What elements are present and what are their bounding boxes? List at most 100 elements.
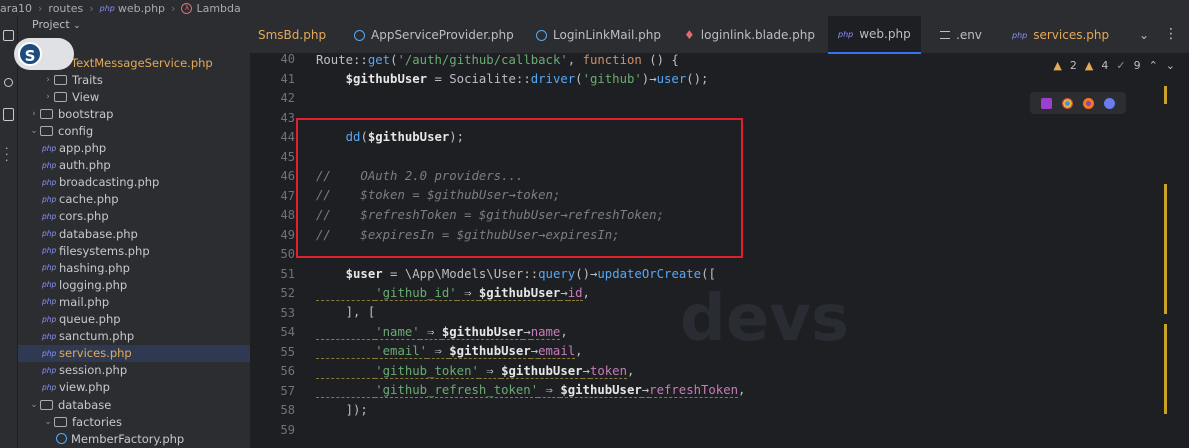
project-tool-icon[interactable] (3, 30, 14, 41)
breadcrumb-folder[interactable]: routes (48, 2, 83, 15)
breadcrumb-separator: › (171, 1, 176, 15)
scroll-marker (1164, 324, 1167, 414)
tree-item[interactable]: ⌄ config (18, 122, 250, 139)
breadcrumb-symbol[interactable]: Lambda (196, 2, 240, 15)
breadcrumb-project[interactable]: ara10 (0, 2, 32, 15)
tree-item-label: config (58, 123, 94, 138)
php-file-icon: php (42, 263, 57, 273)
line-number: 59 (280, 422, 295, 437)
tree-item[interactable]: php session.php (18, 362, 250, 379)
tree-item-label: MemberFactory.php (71, 431, 185, 446)
class-icon (354, 29, 365, 41)
editor-tabs: SmsBd.php AppServiceProvider.php LoginLi… (250, 16, 1189, 54)
php-file-icon: php (42, 348, 57, 358)
tree-item[interactable]: php broadcasting.php (18, 174, 250, 191)
tree-item-label: bootstrap (58, 106, 114, 121)
php-file-icon: php (42, 314, 57, 324)
structure-tool-icon[interactable] (3, 108, 14, 121)
tree-item[interactable]: php hashing.php (18, 259, 250, 276)
tree-item[interactable]: php cors.php (18, 208, 250, 225)
tree-item[interactable]: ⌄ database (18, 396, 250, 413)
chevron-right-icon[interactable]: › (42, 75, 54, 85)
tree-item[interactable]: php view.php (18, 379, 250, 396)
code-line-58: ]); (345, 403, 368, 417)
line-number: 40 (280, 54, 295, 66)
chevron-down-icon[interactable]: ⌄ (42, 417, 54, 427)
more-tools-icon[interactable]: · · · (5, 143, 9, 166)
tab-appserviceprovider[interactable]: AppServiceProvider.php (354, 16, 514, 54)
tree-item[interactable]: php app.php (18, 140, 250, 157)
code-line-57: 'github_refresh_token' ⇒ $githubUser→ref… (316, 381, 745, 400)
line-number: 53 (280, 305, 295, 320)
tab-loginlinkmail[interactable]: LoginLinkMail.php (536, 16, 661, 54)
folder-icon (54, 74, 67, 85)
tab-web[interactable]: php web.php (828, 16, 921, 54)
tab-env[interactable]: .env (940, 16, 982, 54)
tab-label: services.php (1033, 28, 1110, 42)
line-number: 56 (280, 364, 295, 378)
tab-label: loginlink.blade.php (700, 28, 815, 42)
line-number: 54 (280, 325, 295, 339)
tree-item[interactable]: php database.php (18, 225, 250, 242)
code-line-47: // $token = $githubUser→token; (316, 188, 561, 202)
chevron-down-icon[interactable]: ⌄ (28, 400, 40, 410)
tree-item[interactable]: › bootstrap (18, 105, 250, 122)
tab-loginlink-blade[interactable]: ♦ loginlink.blade.php (684, 16, 815, 54)
tree-item-label: View (72, 89, 100, 104)
code-line-46: // OAuth 2.0 providers... (316, 169, 524, 183)
code-line-53: ], [ (345, 305, 376, 319)
line-number: 41 (280, 71, 295, 86)
tree-item[interactable]: php filesystems.php (18, 242, 250, 259)
tab-smsbd[interactable]: SmsBd.php (258, 16, 326, 54)
code-line-48: // $refreshToken = $githubUser→refreshTo… (316, 208, 664, 222)
chevron-right-icon[interactable]: › (42, 92, 54, 102)
breadcrumb-separator: › (38, 1, 43, 15)
project-tree: Project ⌄ TextMessageService.php › Traits ›… (18, 16, 250, 448)
breadcrumb-file[interactable]: web.php (118, 2, 165, 15)
php-file-icon: php (42, 160, 57, 170)
line-number: 43 (280, 110, 295, 125)
tree-item[interactable]: php queue.php (18, 311, 250, 328)
breadcrumb: ara10 › routes › php web.php › λ Lambda (0, 0, 1189, 16)
line-gutter: 40 41 42 43 44 45 46 47 48 49 50 51 52 53 54 55 56 57 58 59 (250, 54, 310, 448)
commit-tool-icon[interactable] (4, 78, 13, 87)
tree-item[interactable]: MemberFactory.php (18, 430, 250, 447)
line-number: 46 (280, 169, 295, 183)
tree-item[interactable]: › Traits (18, 71, 250, 88)
chevron-down-icon[interactable]: ⌄ (28, 126, 40, 136)
tab-services[interactable]: php services.php (1012, 16, 1109, 54)
tree-item[interactable]: ⌄ factories (18, 413, 250, 430)
code-line-41: $githubUser = Socialite::driver('github'… (345, 72, 709, 86)
folder-icon (40, 125, 53, 136)
tree-item[interactable]: php cache.php (18, 191, 250, 208)
code-line-49: // $expiresIn = $githubUser→expiresIn; (316, 228, 620, 242)
more-options-icon[interactable]: ⋮ (1164, 26, 1179, 42)
code-editor[interactable]: ▲ 2 ▲ 4 ✓ 9 ⌃ ⌄ 40 41 42 43 44 45 46 47 48 49 50 51 52 5… (250, 54, 1189, 448)
line-number: 44 (280, 130, 295, 144)
folder-icon (54, 416, 67, 427)
tab-label: SmsBd.php (258, 28, 327, 42)
php-file-icon: php (42, 246, 57, 256)
code-line-44: dd($githubUser); (345, 130, 465, 144)
tree-item[interactable]: › View (18, 88, 250, 105)
line-number: 50 (280, 247, 295, 261)
folder-icon (40, 399, 53, 410)
tabs-dropdown-icon[interactable]: ⌄ (1139, 28, 1149, 42)
code-line-56: 'github_token' ⇒ $githubUser→token, (316, 362, 634, 381)
class-icon (56, 433, 67, 445)
tree-item[interactable]: php mail.php (18, 293, 250, 310)
tree-item[interactable]: php logging.php (18, 276, 250, 293)
code-line-54: 'name' ⇒ $githubUser→name, (316, 323, 568, 342)
tree-item[interactable]: php services.php (18, 344, 250, 362)
tree-item[interactable]: php sanctum.php (18, 328, 250, 345)
chevron-right-icon[interactable]: › (28, 109, 40, 119)
tree-item-label: app.php (59, 141, 107, 155)
code-area[interactable]: Route::get('/auth/github/callback', func… (316, 54, 1176, 448)
line-number: 48 (280, 208, 295, 222)
tree-item-label: broadcasting.php (59, 175, 160, 190)
tree-item[interactable]: php auth.php (18, 157, 250, 174)
breadcrumb-separator: › (89, 1, 94, 15)
project-tree-title[interactable]: Project ⌄ (32, 18, 81, 31)
php-file-icon: php (42, 297, 57, 307)
folder-icon (40, 108, 53, 119)
